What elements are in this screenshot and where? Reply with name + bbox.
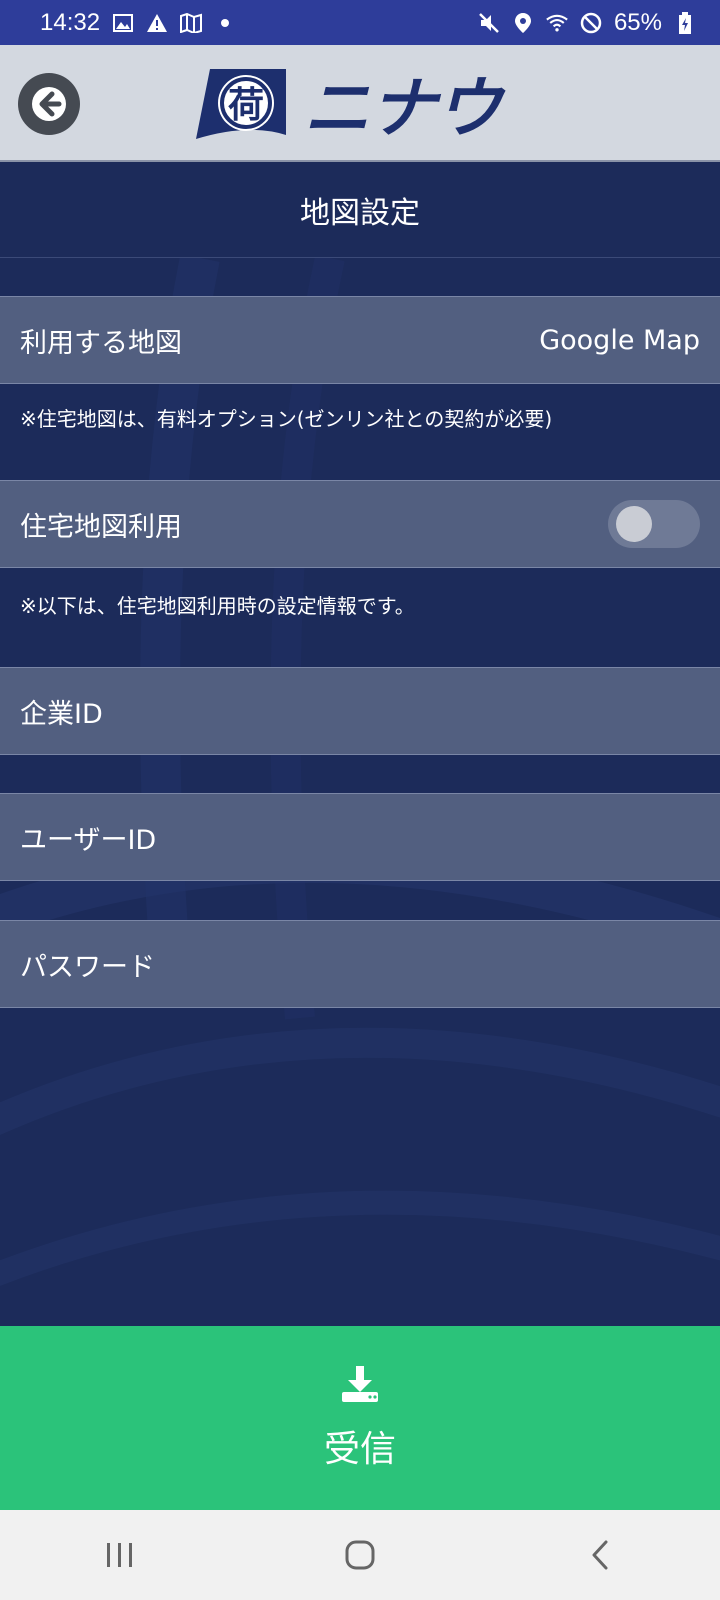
back-button[interactable] bbox=[18, 73, 80, 135]
user-id-label: ユーザーID bbox=[20, 824, 157, 856]
status-time: 14:32 bbox=[40, 8, 101, 36]
residential-note: ※以下は、住宅地図利用時の設定情報です。 bbox=[20, 594, 415, 618]
password-field[interactable]: パスワード bbox=[0, 920, 720, 1008]
user-id-field[interactable]: ユーザーID bbox=[0, 793, 720, 881]
battery-percent: 65% bbox=[613, 8, 662, 36]
toggle-knob bbox=[616, 506, 652, 542]
recent-apps-button[interactable] bbox=[80, 1525, 160, 1585]
app-logo: 荷 ニナウ bbox=[196, 65, 526, 147]
map-select-row[interactable]: 利用する地図 Google Map bbox=[0, 296, 720, 384]
arrow-left-icon bbox=[32, 87, 66, 121]
app-header: 荷 ニナウ bbox=[0, 45, 720, 162]
map-icon bbox=[180, 12, 203, 34]
back-nav-button[interactable] bbox=[560, 1525, 640, 1585]
blocked-icon bbox=[580, 12, 602, 34]
receive-button[interactable]: 受信 bbox=[0, 1326, 720, 1510]
receive-label: 受信 bbox=[323, 1429, 396, 1470]
status-bar: 14:32 65% bbox=[0, 0, 720, 45]
wifi-icon bbox=[546, 12, 568, 34]
page-title-bar: 地図設定 bbox=[0, 162, 720, 258]
logo-mark: 荷 bbox=[228, 85, 264, 126]
status-left: 14:32 bbox=[40, 9, 236, 37]
password-label: パスワード bbox=[20, 951, 155, 983]
system-nav-bar bbox=[0, 1510, 720, 1600]
recent-apps-icon bbox=[107, 1543, 132, 1567]
logo-text: ニナウ bbox=[304, 70, 506, 143]
download-icon bbox=[342, 1366, 378, 1402]
dot-icon bbox=[214, 12, 236, 34]
battery-icon bbox=[674, 11, 696, 34]
page-title: 地図設定 bbox=[300, 195, 420, 231]
residential-map-label: 住宅地図利用 bbox=[20, 511, 182, 543]
residential-map-row: 住宅地図利用 bbox=[0, 480, 720, 568]
company-id-field[interactable]: 企業ID bbox=[0, 667, 720, 755]
mute-icon bbox=[478, 12, 500, 34]
map-select-value[interactable]: Google Map bbox=[539, 325, 700, 356]
company-id-label: 企業ID bbox=[20, 698, 103, 730]
location-icon bbox=[512, 12, 534, 34]
status-right: 65% bbox=[478, 9, 696, 37]
image-icon bbox=[112, 12, 134, 34]
map-select-label: 利用する地図 bbox=[20, 327, 182, 359]
chevron-left-icon bbox=[592, 1540, 608, 1570]
residential-map-toggle[interactable] bbox=[608, 500, 700, 548]
warning-icon bbox=[146, 12, 168, 34]
home-button[interactable] bbox=[320, 1525, 400, 1585]
home-icon bbox=[345, 1540, 375, 1570]
map-note: ※住宅地図は、有料オプション(ゼンリン社との契約が必要) bbox=[20, 407, 553, 431]
